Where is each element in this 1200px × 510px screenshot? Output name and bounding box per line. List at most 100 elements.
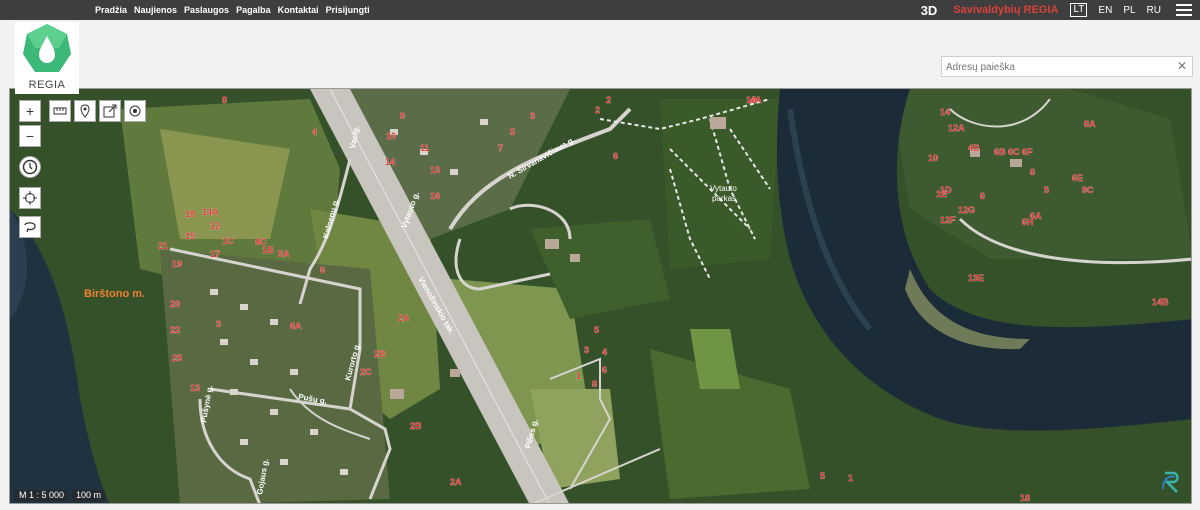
house-number: 8	[222, 95, 227, 105]
house-number: 10	[386, 131, 396, 141]
scale-bar: 100 m	[72, 490, 106, 501]
lang-pl[interactable]: PL	[1123, 5, 1135, 16]
nav-item-pagalba[interactable]: Pagalba	[236, 5, 271, 15]
house-number: 22	[170, 325, 180, 335]
house-number: 1E	[936, 189, 947, 199]
nav-item-prisijungti[interactable]: Prisijungti	[326, 5, 370, 15]
house-number: 6F	[1022, 147, 1033, 157]
search-input[interactable]	[942, 58, 1170, 77]
house-number: 21	[158, 241, 168, 251]
house-number: 4	[602, 347, 607, 357]
house-number: 9C	[1082, 185, 1094, 195]
house-number: 8A	[1084, 119, 1096, 129]
house-number: 4B	[968, 143, 980, 153]
house-number: 3	[216, 319, 221, 329]
close-icon[interactable]: ✕	[1177, 59, 1187, 73]
lang-en[interactable]: EN	[1098, 5, 1112, 16]
measure-icon[interactable]	[49, 100, 71, 122]
house-number: 9	[400, 111, 405, 121]
house-number: 19	[172, 259, 182, 269]
3d-button[interactable]: 3D	[921, 3, 938, 18]
town-label: Birštono m.	[84, 288, 145, 300]
house-number: 18	[1020, 493, 1030, 503]
scale-indicator: M 1 : 5 000 100 m	[15, 490, 106, 501]
house-number: 5	[510, 127, 515, 137]
top-right-controls: 3D Savivaldybių REGIA LT EN PL RU	[921, 0, 1200, 20]
house-number: 13	[190, 383, 200, 393]
locate-icon[interactable]	[124, 100, 146, 122]
house-number: 20	[170, 299, 180, 309]
house-number: 14	[385, 157, 395, 167]
marker-icon[interactable]	[74, 100, 96, 122]
house-number: 16	[430, 191, 440, 201]
house-number: 12G	[958, 205, 975, 215]
brand-title: Savivaldybių REGIA	[953, 4, 1059, 16]
house-number: 2	[606, 95, 611, 105]
house-number: 6	[980, 191, 985, 201]
house-number: 2A	[398, 313, 410, 323]
house-number: 6B	[994, 147, 1006, 157]
main-nav: Pradžia Naujienos Paslaugos Pagalba Kont…	[95, 0, 370, 20]
lang-ru[interactable]: RU	[1147, 5, 1161, 16]
house-number: 5	[820, 471, 825, 481]
lasso-icon[interactable]	[19, 216, 41, 238]
house-number: 1C	[222, 236, 234, 246]
house-number: 4	[312, 127, 317, 137]
nav-item-kontaktai[interactable]: Kontaktai	[278, 5, 319, 15]
map-view[interactable]: 8 4 2 6 4A 3 5 7 11 13 9 10 14 16 18 15 …	[9, 88, 1192, 504]
house-number: 6	[602, 365, 607, 375]
map-canvas[interactable]: 8 4 2 6 4A 3 5 7 11 13 9 10 14 16 18 15 …	[10, 89, 1192, 504]
lang-lt[interactable]: LT	[1070, 3, 1088, 17]
logo[interactable]: REGIA	[15, 22, 79, 94]
house-number: 8	[1030, 167, 1035, 177]
nav-item-pradzia[interactable]: Pradžia	[95, 5, 127, 15]
house-number: 3	[530, 111, 535, 121]
house-number: 8	[592, 379, 597, 389]
scale-ratio: M 1 : 5 000	[15, 490, 69, 501]
house-number: 11	[420, 143, 430, 153]
house-number: 18	[185, 209, 195, 219]
house-number: 12A	[948, 123, 965, 133]
house-number: 1	[576, 371, 581, 381]
house-number: 5	[594, 325, 599, 335]
nav-item-paslaugos[interactable]: Paslaugos	[184, 5, 229, 15]
house-number: 3	[584, 345, 589, 355]
house-number: 6E	[1072, 173, 1083, 183]
house-number: 2C	[360, 367, 372, 377]
house-number: 12	[210, 221, 220, 231]
address-search: ✕	[941, 56, 1193, 77]
hamburger-icon[interactable]	[1176, 4, 1192, 16]
crosshair-icon[interactable]	[19, 187, 41, 209]
house-number: 7	[498, 143, 503, 153]
house-number: 2A	[450, 477, 462, 487]
header: REGIA ✕	[0, 20, 1200, 94]
house-number: 25	[172, 353, 182, 363]
provider-logo-icon[interactable]	[1159, 469, 1185, 495]
house-number: 10	[928, 153, 938, 163]
house-number: 2B	[410, 421, 422, 431]
house-number: 13	[430, 165, 440, 175]
park-label: parkas	[712, 194, 736, 203]
house-number: 6A	[290, 321, 302, 331]
house-number: 2B	[374, 349, 386, 359]
house-number: 6	[320, 265, 325, 275]
regia-logo-icon	[23, 24, 71, 72]
house-number: 5	[1044, 185, 1049, 195]
house-number: 14	[940, 107, 950, 117]
house-number: 13E	[968, 273, 984, 283]
logo-text: REGIA	[28, 79, 66, 91]
history-icon[interactable]	[19, 156, 41, 178]
export-icon[interactable]	[99, 100, 121, 122]
nav-item-naujienos[interactable]: Naujienos	[134, 5, 177, 15]
house-number: 12F	[940, 215, 956, 225]
house-number: 5A	[278, 249, 290, 259]
house-number: 6A	[1030, 211, 1042, 221]
house-number: 15	[185, 231, 195, 241]
house-number: 17	[210, 249, 220, 259]
park-label: Vytauto	[710, 184, 737, 193]
house-number: 6C	[1008, 147, 1020, 157]
house-number: 14A	[202, 207, 219, 217]
top-bar: Pradžia Naujienos Paslaugos Pagalba Kont…	[0, 0, 1200, 20]
zoom-out-icon[interactable]: −	[19, 125, 41, 147]
zoom-in-icon[interactable]: +	[19, 100, 41, 122]
